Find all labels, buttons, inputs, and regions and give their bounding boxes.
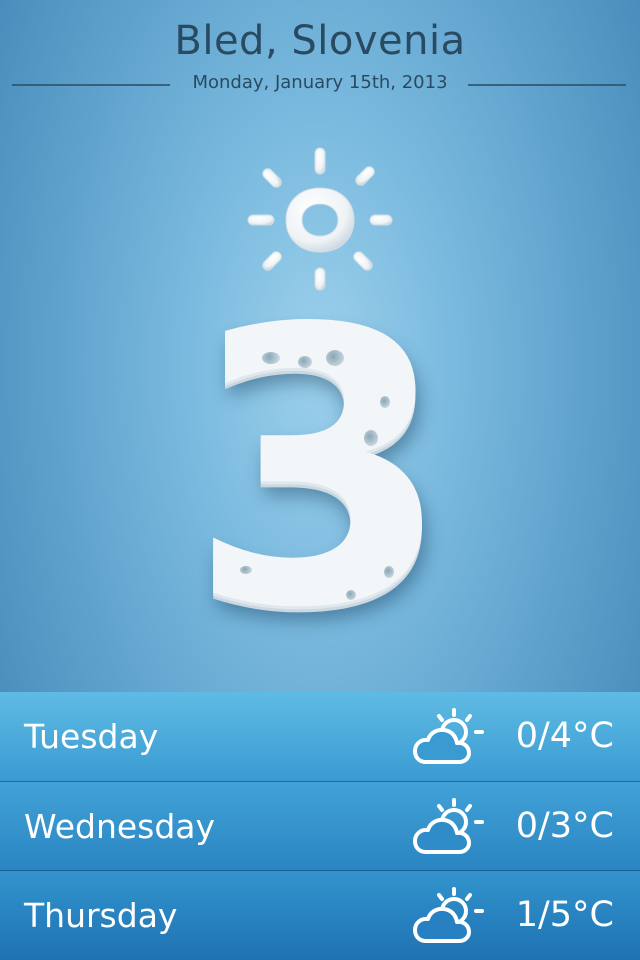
forecast-list: Tuesday 0/4°C Wednesday 0/3°C Thursday 1…: [0, 692, 640, 960]
partly-cloudy-icon: [413, 798, 484, 854]
forecast-temperature: 1/5°C: [515, 895, 614, 935]
texture-hole: [326, 350, 344, 366]
forecast-day: Thursday: [24, 896, 178, 935]
header: Bled, Slovenia Monday, January 15th, 201…: [0, 0, 640, 110]
texture-hole: [346, 590, 356, 600]
partly-cloudy-icon: [413, 887, 484, 943]
forecast-temperature: 0/4°C: [515, 716, 614, 756]
forecast-row-wednesday[interactable]: Wednesday 0/3°C: [0, 781, 640, 871]
current-temperature: 3: [187, 248, 453, 691]
texture-hole: [364, 430, 378, 446]
divider-right: [468, 84, 626, 86]
texture-hole: [380, 396, 390, 408]
texture-hole: [262, 352, 280, 364]
texture-hole: [240, 566, 252, 574]
forecast-day: Tuesday: [24, 717, 159, 756]
texture-hole: [298, 356, 312, 368]
city-title: Bled, Slovenia: [174, 18, 466, 64]
date-row: Monday, January 15th, 2013: [0, 72, 640, 96]
forecast-row-thursday[interactable]: Thursday 1/5°C: [0, 870, 640, 960]
partly-cloudy-icon: [413, 708, 484, 764]
texture-hole: [384, 566, 394, 578]
forecast-temperature: 0/3°C: [515, 806, 614, 846]
forecast-day: Wednesday: [24, 807, 216, 846]
forecast-row-tuesday[interactable]: Tuesday 0/4°C: [0, 692, 640, 781]
date-label: Monday, January 15th, 2013: [192, 72, 448, 93]
weather-app: Bled, Slovenia Monday, January 15th, 201…: [0, 0, 640, 960]
